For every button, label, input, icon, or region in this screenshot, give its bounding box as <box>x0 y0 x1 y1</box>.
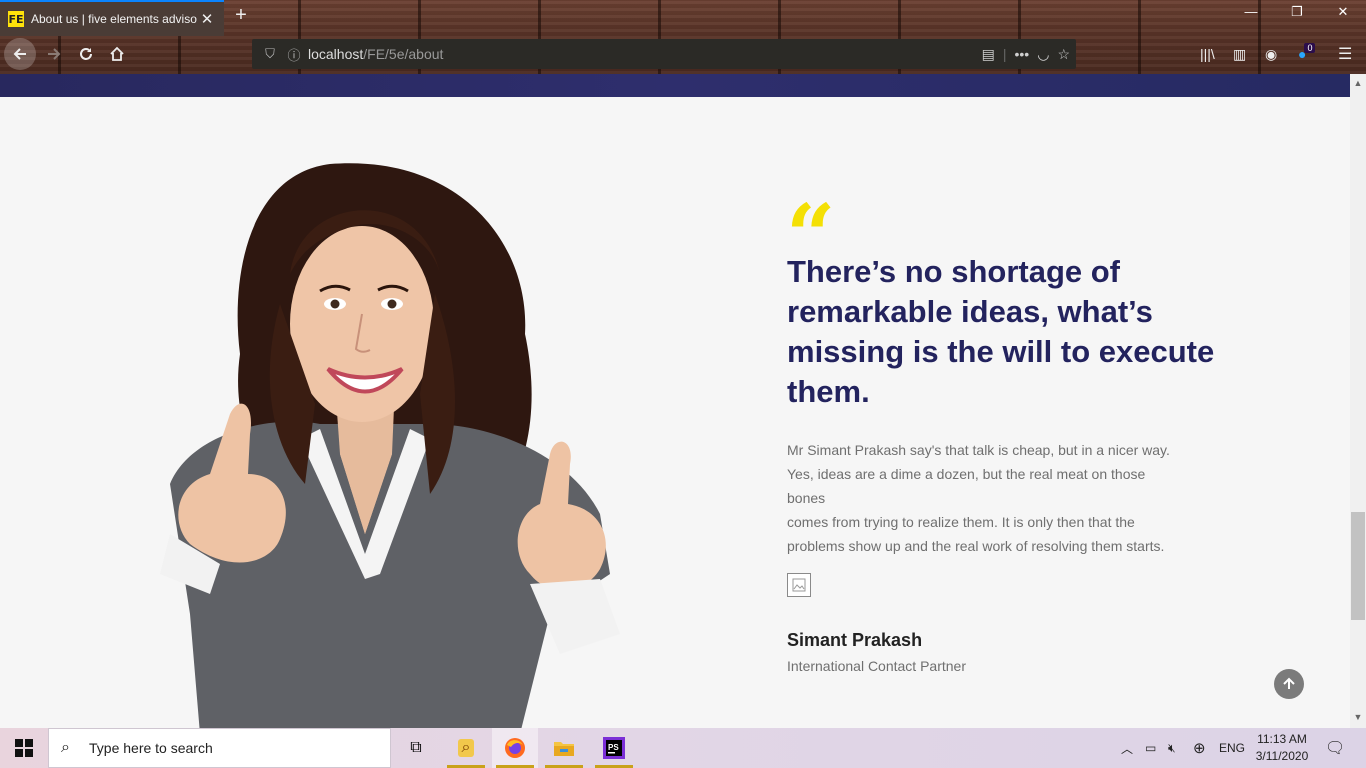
broken-image-icon <box>787 573 811 597</box>
back-button[interactable] <box>4 38 36 70</box>
site-info-icon[interactable]: ⓘ <box>284 45 304 64</box>
tab-title: About us | five elements adviso <box>31 12 197 26</box>
url-host: localhost <box>308 46 364 62</box>
reload-button[interactable] <box>70 38 102 70</box>
hero-banner-bottom <box>0 74 1350 97</box>
quote-mark-icon: “ <box>786 194 835 244</box>
scrollbar-thumb[interactable] <box>1351 512 1365 620</box>
reader-view-icon[interactable]: ▤ <box>982 46 995 63</box>
library-icon[interactable]: |||\ <box>1200 39 1215 69</box>
home-icon <box>110 46 124 61</box>
file-explorer-icon[interactable] <box>541 728 587 768</box>
notification-badge: 0 <box>1304 43 1316 53</box>
volume-muted-icon[interactable]: 🔇︎ <box>1168 728 1176 768</box>
woman-thumbs-up-photo <box>160 163 620 728</box>
windows-logo-icon <box>15 739 33 757</box>
close-tab-icon[interactable]: ✕ <box>198 10 216 28</box>
forward-button[interactable] <box>38 38 70 70</box>
back-to-top-button[interactable] <box>1274 669 1304 699</box>
home-button[interactable] <box>101 38 133 70</box>
scroll-up-icon[interactable]: ▲ <box>1350 78 1366 92</box>
site-favicon-icon: FE <box>8 11 24 27</box>
language-indicator[interactable]: ENG <box>1219 728 1245 768</box>
arrow-right-icon <box>48 48 61 60</box>
divider: | <box>1002 46 1007 62</box>
tracking-shield-icon[interactable]: ⛉ <box>260 46 280 62</box>
url-text: localhost/FE/5e/about <box>308 46 443 62</box>
svg-text:PS: PS <box>608 743 619 752</box>
reload-icon <box>80 48 92 60</box>
page-content: “ There’s no shortage of remarkable idea… <box>0 74 1350 728</box>
action-center-icon[interactable]: 🗨︎ <box>1325 728 1345 768</box>
scroll-down-icon[interactable]: ▼ <box>1350 712 1366 726</box>
phpstorm-icon[interactable]: PS <box>591 728 637 768</box>
search-icon: ⌕ <box>61 739 70 756</box>
body-line: problems show up and the real work of re… <box>787 538 1165 554</box>
browser-chrome: FE About us | five elements adviso ✕ + —… <box>0 0 1366 74</box>
arrow-left-icon <box>13 48 26 60</box>
pocket-icon[interactable]: ◡ <box>1037 46 1049 63</box>
minimize-window-icon[interactable]: — <box>1228 4 1274 28</box>
clock-time: 11:13 AM <box>1257 732 1307 746</box>
restore-window-icon[interactable]: ❐ <box>1274 4 1320 28</box>
url-path: /FE/5e/about <box>363 46 444 62</box>
page-scrollbar[interactable] <box>1350 74 1366 728</box>
hamburger-menu-icon[interactable]: ☰ <box>1338 39 1352 69</box>
quote-body: Mr Simant Prakash say's that talk is che… <box>787 438 1187 558</box>
windows-taskbar: ⌕ Type here to search ⧉ ⌕ PS ︿ ▭ 🔇︎ ⊕ EN… <box>0 728 1366 768</box>
network-globe-icon[interactable]: ⊕ <box>1193 728 1206 768</box>
new-tab-button[interactable]: + <box>230 4 252 28</box>
quote-headline: There’s no shortage of remarkable ideas,… <box>787 254 1215 409</box>
person-role: International Contact Partner <box>787 658 966 674</box>
search-placeholder: Type here to search <box>89 740 213 756</box>
extension-icon[interactable]: ● 0 <box>1298 39 1316 69</box>
arrow-up-icon <box>1283 677 1295 689</box>
body-line: comes from trying to realize them. It is… <box>787 514 1135 530</box>
page-actions-icon[interactable]: ••• <box>1015 46 1030 62</box>
battery-icon[interactable]: ▭ <box>1145 728 1156 768</box>
sidebar-toggle-icon[interactable]: ▥ <box>1233 39 1246 69</box>
close-window-icon[interactable]: ✕ <box>1320 4 1366 28</box>
taskbar-clock[interactable]: 11:13 AM 3/11/2020 <box>1250 731 1314 765</box>
search-app-icon[interactable]: ⌕ <box>443 728 489 768</box>
start-button[interactable] <box>0 728 48 768</box>
body-line: Mr Simant Prakash say's that talk is che… <box>787 442 1170 458</box>
body-line: Yes, ideas are a dime a dozen, but the r… <box>787 466 1146 506</box>
account-icon[interactable]: ◉ <box>1265 39 1277 69</box>
person-name: Simant Prakash <box>787 630 923 650</box>
clock-date: 3/11/2020 <box>1255 749 1309 763</box>
firefox-icon[interactable] <box>492 728 538 768</box>
task-view-icon[interactable]: ⧉ <box>393 728 439 768</box>
address-bar[interactable]: ⛉ ⓘ localhost/FE/5e/about ▤ | ••• ◡ ☆ <box>252 39 1076 69</box>
taskbar-search-box[interactable]: ⌕ Type here to search <box>48 728 391 768</box>
bookmark-star-icon[interactable]: ☆ <box>1057 46 1070 63</box>
show-hidden-icons-icon[interactable]: ︿ <box>1121 728 1133 768</box>
browser-tab-active[interactable]: FE About us | five elements adviso ✕ <box>0 0 224 36</box>
